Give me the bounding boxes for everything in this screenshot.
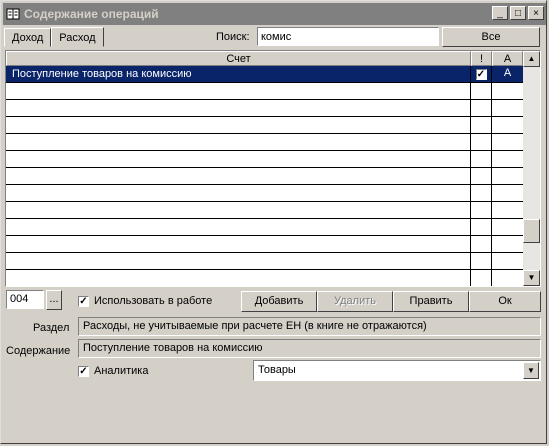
code-field[interactable]: 004 bbox=[6, 290, 44, 309]
ok-button[interactable]: Ок bbox=[469, 291, 541, 312]
use-in-work-label: Использовать в работе bbox=[94, 295, 213, 307]
column-header-a[interactable]: А bbox=[492, 51, 523, 66]
grid-rows: Поступление товаров на комиссию ✓ А bbox=[6, 66, 523, 286]
table-row[interactable] bbox=[6, 134, 523, 151]
column-header-flag[interactable]: ! bbox=[471, 51, 492, 66]
edit-button[interactable]: Править bbox=[393, 291, 469, 312]
content-field: Поступление товаров на комиссию bbox=[78, 339, 541, 358]
accounts-grid: Счет ! А Поступление товаров на комиссию… bbox=[5, 50, 541, 287]
table-row[interactable] bbox=[6, 236, 523, 253]
table-row[interactable] bbox=[6, 100, 523, 117]
table-row[interactable] bbox=[6, 168, 523, 185]
table-row[interactable] bbox=[6, 117, 523, 134]
chevron-down-icon[interactable]: ▼ bbox=[523, 362, 539, 379]
search-input[interactable] bbox=[257, 27, 439, 46]
analytics-select-value: Товары bbox=[258, 364, 296, 376]
table-row[interactable] bbox=[6, 185, 523, 202]
check-icon[interactable]: ✓ bbox=[78, 365, 89, 377]
tab-income[interactable]: Доход bbox=[4, 28, 52, 47]
cell-a: А bbox=[503, 67, 512, 79]
delete-button-label: Удалить bbox=[334, 295, 376, 307]
delete-button[interactable]: Удалить bbox=[317, 291, 393, 312]
vertical-scrollbar[interactable]: ▲ ▼ bbox=[523, 51, 540, 286]
close-button[interactable]: × bbox=[528, 6, 544, 20]
scroll-up-icon[interactable]: ▲ bbox=[523, 51, 540, 67]
maximize-button[interactable]: □ bbox=[510, 6, 526, 20]
table-row[interactable] bbox=[6, 219, 523, 236]
table-row[interactable] bbox=[6, 270, 523, 286]
window-title: Содержание операций bbox=[24, 7, 159, 21]
content-label: Содержание bbox=[6, 345, 71, 357]
cell-account: Поступление товаров на комиссию bbox=[6, 66, 471, 82]
column-header-account[interactable]: Счет bbox=[6, 51, 471, 66]
scroll-down-icon[interactable]: ▼ bbox=[523, 270, 540, 286]
table-row[interactable] bbox=[6, 253, 523, 270]
add-button[interactable]: Добавить bbox=[241, 291, 317, 312]
book-icon bbox=[6, 8, 20, 20]
table-row[interactable] bbox=[6, 202, 523, 219]
analytics-checkbox[interactable]: ✓ Аналитика bbox=[78, 365, 148, 377]
check-icon[interactable]: ✓ bbox=[78, 295, 89, 307]
analytics-label: Аналитика bbox=[94, 365, 149, 377]
all-button[interactable]: Все bbox=[442, 27, 540, 47]
table-row[interactable]: Поступление товаров на комиссию ✓ А bbox=[6, 66, 523, 83]
use-in-work-checkbox[interactable]: ✓ Использовать в работе bbox=[78, 295, 212, 307]
grid-header: Счет ! А bbox=[6, 51, 523, 66]
table-row[interactable] bbox=[6, 151, 523, 168]
title-bar: Содержание операций _ □ × bbox=[3, 3, 546, 25]
minimize-button[interactable]: _ bbox=[492, 6, 508, 20]
section-field: Расходы, не учитываемые при расчете ЕН (… bbox=[78, 317, 541, 336]
section-label: Раздел bbox=[33, 322, 70, 334]
tab-bar: Доход Расход bbox=[4, 27, 104, 47]
search-label: Поиск: bbox=[216, 31, 250, 43]
check-icon: ✓ bbox=[475, 68, 487, 80]
operations-window: Содержание операций _ □ × Доход Расход П… bbox=[0, 0, 547, 444]
table-row[interactable] bbox=[6, 83, 523, 100]
tab-expense[interactable]: Расход bbox=[51, 27, 104, 47]
analytics-select[interactable]: Товары ▼ bbox=[253, 360, 541, 381]
cell-flag[interactable]: ✓ bbox=[471, 66, 492, 82]
scroll-thumb[interactable] bbox=[523, 219, 540, 243]
browse-button[interactable]: ... bbox=[46, 290, 62, 310]
